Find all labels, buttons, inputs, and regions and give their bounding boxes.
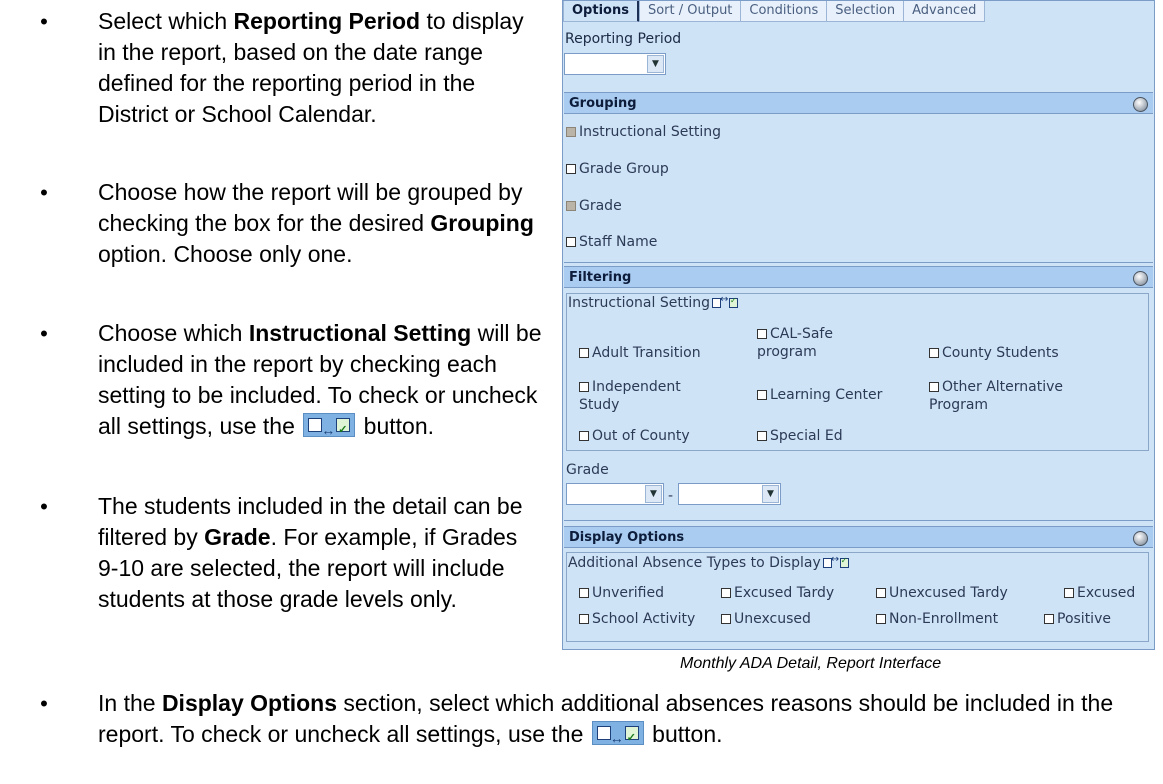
tab-selection[interactable]: Selection xyxy=(826,1,905,22)
checkbox[interactable] xyxy=(929,348,939,358)
checkbox[interactable] xyxy=(1064,588,1074,598)
grouping-section: Instructional Setting Grade Group Grade … xyxy=(564,115,1153,263)
absence-types-label: Additional Absence Types to Display ↔ xyxy=(568,554,851,571)
grade-from-select[interactable]: ▼ xyxy=(566,483,664,505)
select-all-toggle-icon[interactable]: ↔ xyxy=(711,294,738,309)
grouping-header[interactable]: Grouping xyxy=(564,92,1153,114)
display-options-section: Additional Absence Types to Display↔ Unv… xyxy=(564,549,1153,649)
absence-types-box: Additional Absence Types to Display↔ Unv… xyxy=(566,552,1149,642)
checkbox[interactable] xyxy=(876,588,886,598)
checkbox[interactable] xyxy=(566,164,576,174)
grade-range-separator: - xyxy=(668,488,674,504)
checkbox[interactable] xyxy=(566,237,576,247)
tab-conditions[interactable]: Conditions xyxy=(740,1,828,22)
absence-non-enrollment[interactable]: Non-Enrollment xyxy=(876,611,998,627)
checkbox[interactable] xyxy=(721,588,731,598)
checkbox[interactable] xyxy=(579,614,589,624)
bullet-display-options: • In the Display Options section, select… xyxy=(34,688,1154,754)
select-all-toggle-icon[interactable]: ↔ xyxy=(822,554,849,569)
checkbox[interactable] xyxy=(757,390,767,400)
filtering-section: Instructional Setting↔ Adult Transition … xyxy=(564,289,1153,521)
bullet-dot: • xyxy=(40,691,48,716)
chevron-down-icon: ▼ xyxy=(647,55,664,73)
absence-school-activity[interactable]: School Activity xyxy=(579,611,695,627)
instruction-list: • Select which Reporting Period to displ… xyxy=(34,6,544,634)
checkbox[interactable] xyxy=(566,201,576,211)
collapse-circle-icon[interactable] xyxy=(1133,531,1148,546)
setting-adult-transition[interactable]: Adult Transition xyxy=(579,345,701,361)
select-all-toggle-icon: ↔ xyxy=(591,721,644,754)
setting-out-of-county[interactable]: Out of County xyxy=(579,428,690,444)
instructional-setting-box: Instructional Setting↔ Adult Transition … xyxy=(566,293,1149,451)
reporting-period-select[interactable]: ▼ xyxy=(564,53,666,75)
grouping-option-instructional-setting[interactable]: Instructional Setting xyxy=(566,124,721,140)
checkbox[interactable] xyxy=(1044,614,1054,624)
display-options-header[interactable]: Display Options xyxy=(564,526,1153,548)
tab-sort-output[interactable]: Sort / Output xyxy=(638,1,742,22)
setting-other-alternative[interactable]: Other Alternative Program xyxy=(929,378,1069,414)
checkbox[interactable] xyxy=(566,127,576,137)
tab-advanced[interactable]: Advanced xyxy=(903,1,986,22)
checkbox[interactable] xyxy=(876,614,886,624)
select-all-toggle-icon: ↔ xyxy=(303,413,356,446)
absence-excused[interactable]: Excused xyxy=(1064,585,1135,601)
chevron-down-icon: ▼ xyxy=(762,485,779,503)
absence-positive[interactable]: Positive xyxy=(1044,611,1111,627)
instruction-list-bottom: • In the Display Options section, select… xyxy=(34,688,1154,754)
checkbox[interactable] xyxy=(929,382,939,392)
checkbox[interactable] xyxy=(579,588,589,598)
absence-excused-tardy[interactable]: Excused Tardy xyxy=(721,585,834,601)
grouping-option-staff-name[interactable]: Staff Name xyxy=(566,234,657,250)
absence-unverified[interactable]: Unverified xyxy=(579,585,664,601)
setting-county-students[interactable]: County Students xyxy=(929,345,1059,361)
reporting-period-label: Reporting Period xyxy=(565,31,682,47)
absence-unexcused-tardy[interactable]: Unexcused Tardy xyxy=(876,585,1008,601)
report-interface-panel: Options Sort / Output Conditions Selecti… xyxy=(562,0,1155,650)
setting-independent-study[interactable]: Independent Study xyxy=(579,378,719,414)
bullet-dot: • xyxy=(40,321,48,346)
grouping-option-grade-group[interactable]: Grade Group xyxy=(566,161,669,177)
checkbox[interactable] xyxy=(579,348,589,358)
filtering-header[interactable]: Filtering xyxy=(564,266,1153,288)
setting-learning-center[interactable]: Learning Center xyxy=(757,387,882,403)
checkbox[interactable] xyxy=(721,614,731,624)
filtering-title: Filtering xyxy=(569,270,632,285)
checkbox[interactable] xyxy=(579,431,589,441)
checkbox[interactable] xyxy=(757,431,767,441)
collapse-circle-icon[interactable] xyxy=(1133,271,1148,286)
bullet-grouping: • Choose how the report will be grouped … xyxy=(34,177,544,299)
display-options-title: Display Options xyxy=(569,530,685,545)
bullet-instructional-setting: • Choose which Instructional Setting wil… xyxy=(34,318,544,472)
bullet-reporting-period: • Select which Reporting Period to displ… xyxy=(34,6,544,158)
setting-special-ed[interactable]: Special Ed xyxy=(757,428,843,444)
checkbox[interactable] xyxy=(579,382,589,392)
bullet-dot: • xyxy=(40,9,48,34)
bullet-grade: • The students included in the detail ca… xyxy=(34,491,544,615)
instructional-setting-label: Instructional Setting ↔ xyxy=(568,294,740,311)
chevron-down-icon: ▼ xyxy=(645,485,662,503)
figure-caption: Monthly ADA Detail, Report Interface xyxy=(680,655,942,672)
bullet-dot: • xyxy=(40,180,48,205)
setting-cal-safe[interactable]: CAL-Safe program xyxy=(757,325,877,361)
tab-bar: Options Sort / Output Conditions Selecti… xyxy=(563,1,986,23)
grade-label: Grade xyxy=(566,462,609,478)
grouping-title: Grouping xyxy=(569,96,637,111)
grade-to-select[interactable]: ▼ xyxy=(678,483,781,505)
tab-options[interactable]: Options xyxy=(563,1,640,22)
absence-unexcused[interactable]: Unexcused xyxy=(721,611,811,627)
checkbox[interactable] xyxy=(757,329,767,339)
grouping-option-grade[interactable]: Grade xyxy=(566,198,622,214)
collapse-circle-icon[interactable] xyxy=(1133,97,1148,112)
bullet-dot: • xyxy=(40,494,48,519)
